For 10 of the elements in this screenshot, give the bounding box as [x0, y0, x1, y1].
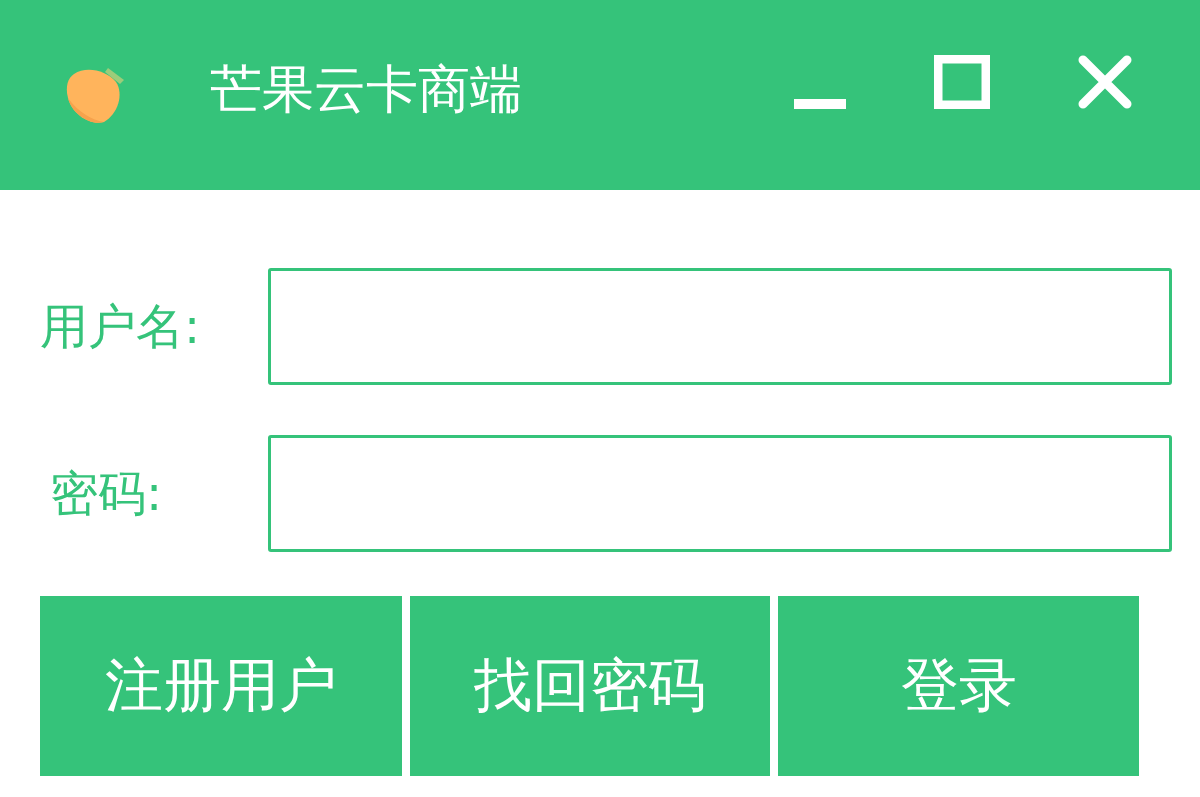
login-button[interactable]: 登录 — [778, 596, 1139, 776]
action-button[interactable]: 找回密码 — [410, 596, 770, 776]
field-label: 用户名: — [40, 296, 202, 356]
window-title: 芒果云卡商端 — [210, 58, 522, 121]
action-button[interactable]: 注册用户 — [40, 596, 402, 776]
input-field[interactable] — [268, 435, 1172, 552]
close-button[interactable] — [1078, 55, 1132, 109]
field-label: 密码: — [49, 463, 164, 523]
input-field[interactable] — [268, 268, 1172, 385]
maximize-button[interactable] — [934, 55, 990, 109]
